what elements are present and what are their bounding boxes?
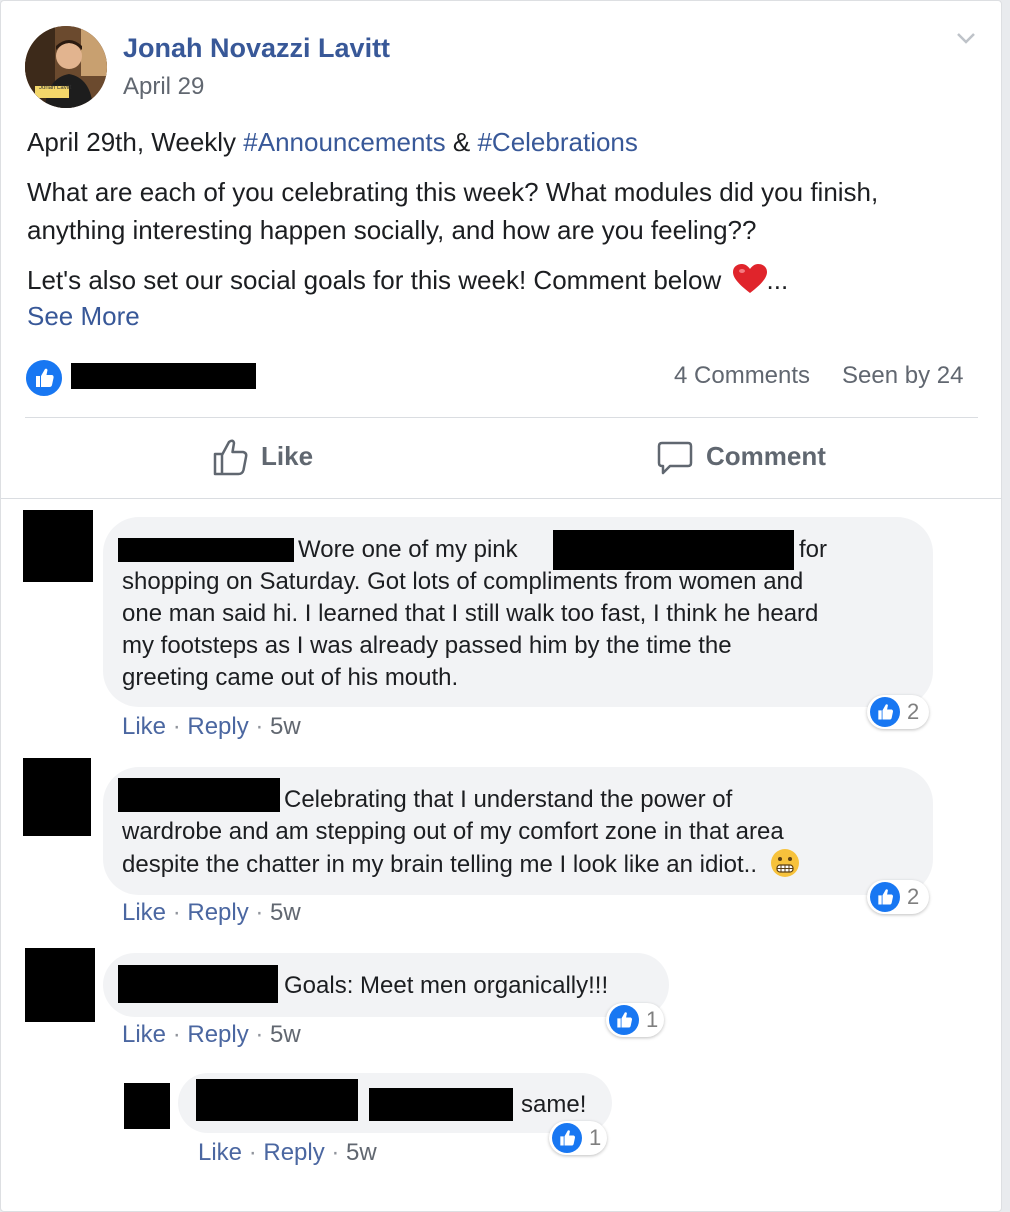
comment-reactions[interactable]: 2 xyxy=(867,695,929,729)
comment-meta: Like · Reply · 5w xyxy=(122,899,301,926)
comment-icon xyxy=(657,441,693,475)
grimacing-face-icon xyxy=(770,849,799,877)
like-reaction-icon xyxy=(552,1123,582,1153)
comment-text: greeting came out of his mouth. xyxy=(122,664,459,691)
see-more-link[interactable]: See More xyxy=(27,301,140,332)
post-date[interactable]: April 29 xyxy=(123,73,204,101)
comment-like-link[interactable]: Like xyxy=(122,1021,166,1048)
reaction-count: 2 xyxy=(907,884,920,909)
comment-text: shopping on Saturday. Got lots of compli… xyxy=(122,568,804,595)
redacted-commenter-name[interactable] xyxy=(118,778,280,812)
post-card: Jonah Lavitt Jonah Novazzi Lavitt April … xyxy=(0,0,1002,1212)
post-paragraph-2-line-1: What are each of you celebrating this we… xyxy=(27,177,879,207)
redacted-text xyxy=(369,1088,513,1121)
like-reaction-icon xyxy=(870,882,900,912)
post-paragraph-3: Let's also set our social goals for this… xyxy=(27,264,789,295)
comment-text: for xyxy=(799,536,828,563)
post-paragraph-2-line-2: anything interesting happen socially, an… xyxy=(27,215,757,245)
comment-button[interactable]: Comment xyxy=(656,437,846,481)
comment-text: same! xyxy=(521,1091,587,1118)
divider xyxy=(25,417,978,418)
post-line-1: April 29th, Weekly #Announcements & #Cel… xyxy=(27,127,638,157)
comment-time[interactable]: 5w xyxy=(346,1139,377,1166)
divider xyxy=(1,498,1001,499)
comment-text: wardrobe and am stepping out of my comfo… xyxy=(122,818,784,845)
comment-reply-link[interactable]: Reply xyxy=(187,1021,248,1048)
like-reaction-icon[interactable] xyxy=(24,358,64,398)
avatar-caption: Jonah Lavitt xyxy=(39,85,72,91)
comment-text: my footsteps as I was already passed him… xyxy=(122,632,732,659)
red-heart-icon xyxy=(732,264,767,293)
like-reaction-icon xyxy=(870,697,900,727)
redacted-commenter-name[interactable] xyxy=(118,965,278,1003)
redacted-likers xyxy=(71,363,256,389)
comments-count[interactable]: 4 Comments xyxy=(674,362,810,390)
comment-reply-link[interactable]: Reply xyxy=(187,713,248,740)
comment-reply-link[interactable]: Reply xyxy=(263,1139,324,1166)
comment-time[interactable]: 5w xyxy=(270,899,301,926)
comment-reactions[interactable]: 1 xyxy=(606,1003,664,1037)
reaction-count: 1 xyxy=(646,1007,659,1032)
hashtag-announcements[interactable]: #Announcements xyxy=(243,127,445,157)
hashtag-celebrations[interactable]: #Celebrations xyxy=(477,127,637,157)
redacted-commenter-name[interactable] xyxy=(196,1079,358,1121)
commenter-avatar[interactable] xyxy=(23,510,93,582)
comment-label: Comment xyxy=(706,441,826,471)
comment-meta: Like · Reply · 5w xyxy=(198,1139,377,1166)
comment-like-link[interactable]: Like xyxy=(122,899,166,926)
like-label: Like xyxy=(261,441,314,471)
comment-time[interactable]: 5w xyxy=(270,713,301,740)
comment-reactions[interactable]: 2 xyxy=(867,880,929,914)
commenter-avatar[interactable] xyxy=(23,758,91,836)
chevron-down-icon[interactable] xyxy=(956,31,976,45)
seen-by-count[interactable]: Seen by 24 xyxy=(842,362,963,390)
redacted-commenter-name[interactable] xyxy=(118,538,294,562)
author-avatar[interactable]: Jonah Lavitt xyxy=(25,26,107,108)
comment-text: Goals: Meet men organically!!! xyxy=(284,972,609,999)
comment-reply-link[interactable]: Reply xyxy=(187,899,248,926)
comment-meta: Like · Reply · 5w xyxy=(122,1021,301,1048)
reaction-count: 2 xyxy=(907,699,920,724)
comment-reactions[interactable]: 1 xyxy=(549,1121,607,1155)
comment-text: Celebrating that I understand the power … xyxy=(284,786,733,813)
comment-text: Wore one of my pink xyxy=(298,536,518,563)
like-reaction-icon xyxy=(609,1005,639,1035)
thumbs-up-icon xyxy=(213,439,248,476)
commenter-avatar[interactable] xyxy=(25,948,95,1022)
comment-like-link[interactable]: Like xyxy=(198,1139,242,1166)
comment-like-link[interactable]: Like xyxy=(122,713,166,740)
like-button[interactable]: Like xyxy=(211,437,331,481)
redacted-text xyxy=(553,530,794,570)
reaction-count: 1 xyxy=(589,1125,602,1150)
commenter-avatar[interactable] xyxy=(124,1083,170,1129)
comment-text: one man said hi. I learned that I still … xyxy=(122,600,819,627)
comment-time[interactable]: 5w xyxy=(270,1021,301,1048)
comment-meta: Like · Reply · 5w xyxy=(122,713,301,740)
author-name[interactable]: Jonah Novazzi Lavitt xyxy=(123,33,390,64)
comment-text: despite the chatter in my brain telling … xyxy=(122,848,800,881)
